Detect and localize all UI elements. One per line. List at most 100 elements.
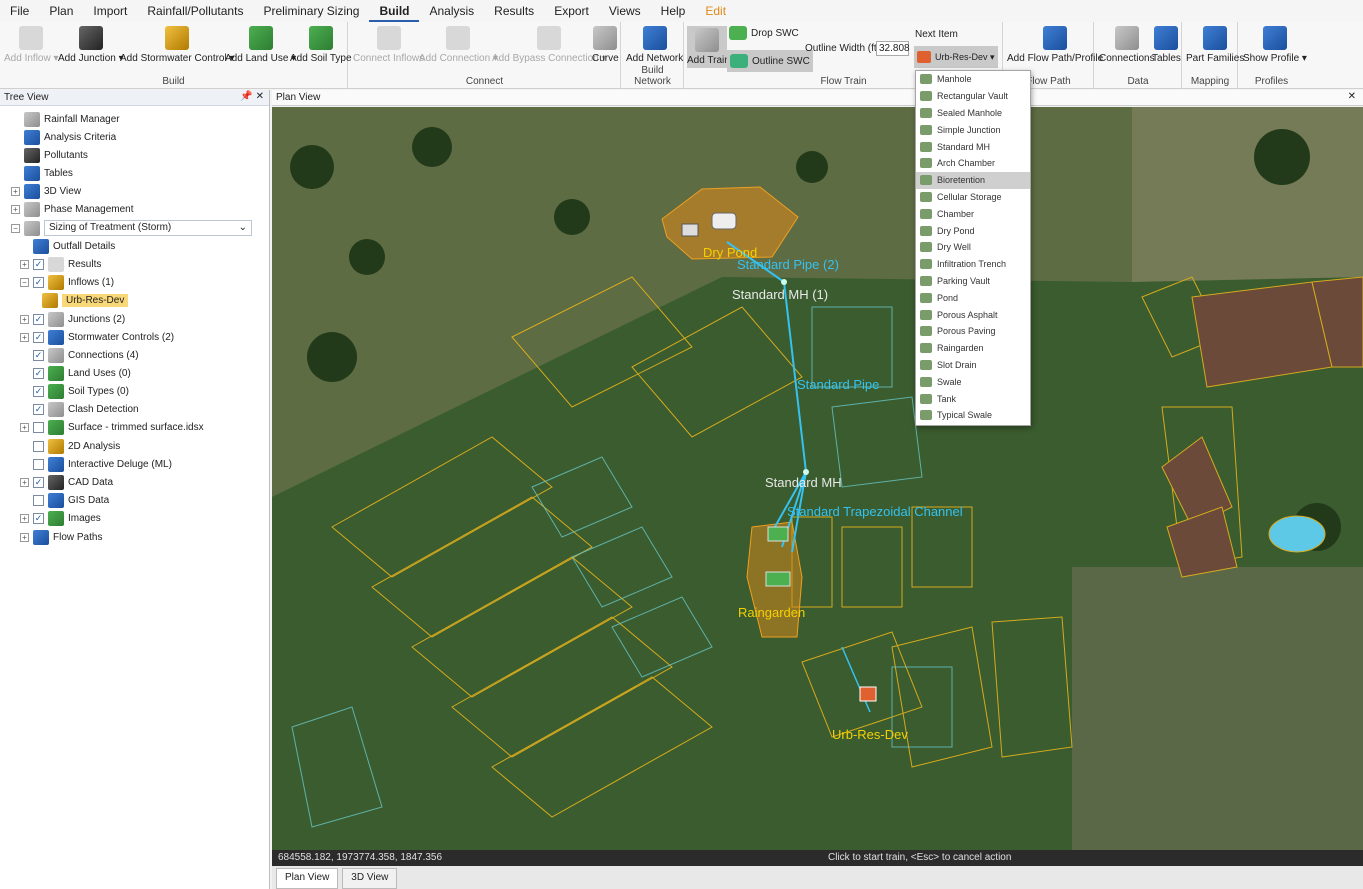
show-profile-button[interactable]: Show Profile ▾ [1243,24,1307,65]
menu-item-swale[interactable]: Swale [916,373,1030,390]
checkbox[interactable] [33,494,44,506]
collapse-icon[interactable]: − [20,277,29,287]
sizing-select[interactable]: Sizing of Treatment (Storm) ⌄ [44,220,252,236]
menu-item-chamber[interactable]: Chamber [916,205,1030,222]
tree-item-urb-res-dev[interactable]: Urb-Res-Dev [42,291,129,309]
tree-item-cad-data[interactable]: + ✓ CAD Data [20,473,113,491]
menu-item-rectangular-vault[interactable]: Rectangular Vault [916,88,1030,105]
close-icon[interactable]: ✕ [1348,91,1356,102]
menu-item-pond[interactable]: Pond [916,289,1030,306]
close-icon[interactable]: 📌 ✕ [240,91,264,102]
menu-build[interactable]: Build [369,0,420,22]
add-bypass-connection-button[interactable]: Add Bypass Connection ▾ [492,24,607,65]
checkbox[interactable]: ✓ [33,258,44,270]
tree-item-phase-management[interactable]: + Phase Management [11,200,134,218]
tree-item-2d-analysis[interactable]: 2D Analysis [33,437,120,455]
tree-item-stormwater-controls[interactable]: + ✓ Stormwater Controls (2) [20,328,174,346]
expand-icon[interactable]: + [20,314,29,324]
menu-item-dry-pond[interactable]: Dry Pond [916,222,1030,239]
add-stormwater-control-button[interactable]: Add Stormwater Control ▾ [120,24,235,65]
menu-item-simple-junction[interactable]: Simple Junction [916,121,1030,138]
menu-item-tank[interactable]: Tank [916,390,1030,407]
tree-item-clash-detection[interactable]: ✓ Clash Detection [33,400,139,418]
expand-icon[interactable]: + [20,332,29,342]
add-land-use-button[interactable]: Add Land Use ▾ [225,24,296,65]
tree-item-interactive-deluge[interactable]: Interactive Deluge (ML) [33,455,172,473]
menu-help[interactable]: Help [651,0,696,22]
menu-item-arch-chamber[interactable]: Arch Chamber [916,155,1030,172]
menu-edit[interactable]: Edit [695,0,736,22]
menu-item-manhole[interactable]: Manhole [916,71,1030,88]
menu-plan[interactable]: Plan [39,0,83,22]
tab-plan-view[interactable]: Plan View [276,868,339,889]
connect-inflows-button[interactable]: Connect Inflows [353,24,424,65]
checkbox[interactable] [33,440,44,452]
tree-item-flow-paths[interactable]: + Flow Paths [20,528,102,546]
checkbox[interactable]: ✓ [33,331,44,343]
menu-item-standard-mh[interactable]: Standard MH [916,138,1030,155]
checkbox[interactable]: ✓ [33,476,44,488]
collapse-icon[interactable]: − [11,223,20,233]
add-junction-button[interactable]: Add Junction ▾ [58,24,124,65]
add-network-button[interactable]: Add Network [626,24,683,65]
connections-button[interactable]: Connections [1099,24,1155,65]
menu-item-bioretention[interactable]: Bioretention [916,171,1030,189]
tree-item-junctions[interactable]: + ✓ Junctions (2) [20,310,125,328]
menu-analysis[interactable]: Analysis [419,0,484,22]
checkbox[interactable]: ✓ [33,385,44,397]
tab-3d-view[interactable]: 3D View [342,868,398,889]
checkbox[interactable] [33,458,44,470]
expand-icon[interactable]: + [11,204,20,214]
menu-file[interactable]: File [0,0,39,22]
checkbox[interactable]: ✓ [33,349,44,361]
next-item-dropdown[interactable]: Urb-Res-Dev ▾ [914,46,998,68]
expand-icon[interactable]: + [20,513,29,523]
curve-button[interactable]: Curve [592,24,619,65]
tree-item-pollutants[interactable]: Pollutants [24,146,88,164]
tree-item-results[interactable]: + ✓ Results [20,255,101,273]
menu-item-parking-vault[interactable]: Parking Vault [916,273,1030,290]
expand-icon[interactable]: + [20,422,29,432]
drop-swc-button[interactable]: Drop SWC [729,26,799,40]
menu-item-sealed-manhole[interactable]: Sealed Manhole [916,105,1030,122]
outline-width-field[interactable]: 32.808 [876,41,910,56]
tree-item-gis-data[interactable]: GIS Data [33,491,109,509]
menu-item-infiltration-trench[interactable]: Infiltration Trench [916,256,1030,273]
menu-export[interactable]: Export [544,0,599,22]
tree-item-analysis-criteria[interactable]: Analysis Criteria [24,128,116,146]
tree-item-land-uses[interactable]: ✓ Land Uses (0) [33,364,131,382]
add-connection-button[interactable]: Add Connection ▾ [419,24,498,65]
expand-icon[interactable]: + [20,259,29,269]
menu-rainfall[interactable]: Rainfall/Pollutants [137,0,253,22]
menu-results[interactable]: Results [484,0,544,22]
expand-icon[interactable]: + [11,186,20,196]
add-flow-path-button[interactable]: Add Flow Path/Profile [1007,24,1103,65]
checkbox[interactable]: ✓ [33,313,44,325]
menu-item-porous-asphalt[interactable]: Porous Asphalt [916,306,1030,323]
tables-button[interactable]: Tables [1152,24,1181,65]
tree-item-outfall-details[interactable]: Outfall Details [33,237,115,255]
tree-item-surface[interactable]: + Surface - trimmed surface.idsx [20,418,204,436]
add-inflow-button[interactable]: Add Inflow ▾ [4,24,59,65]
tree-item-connections[interactable]: ✓ Connections (4) [33,346,139,364]
tree-item-inflows[interactable]: − ✓ Inflows (1) [20,273,114,291]
tree-item-3d-view[interactable]: +3D View [11,182,81,200]
tree-item-rainfall-manager[interactable]: Rainfall Manager [24,110,120,128]
menu-item-raingarden[interactable]: Raingarden [916,340,1030,357]
checkbox[interactable] [33,421,44,433]
expand-icon[interactable]: + [20,477,29,487]
menu-import[interactable]: Import [83,0,137,22]
checkbox[interactable]: ✓ [33,512,44,524]
checkbox[interactable]: ✓ [33,276,44,288]
menu-preliminary-sizing[interactable]: Preliminary Sizing [253,0,369,22]
add-soil-type-button[interactable]: Add Soil Type [290,24,352,65]
plan-view-map[interactable]: Dry Pond Standard Pipe (2) Standard MH (… [272,107,1363,850]
tree-item-sizing[interactable]: − Sizing of Treatment (Storm) ⌄ [11,219,252,237]
tree-item-tables[interactable]: Tables [24,164,73,182]
tree-item-soil-types[interactable]: ✓ Soil Types (0) [33,382,129,400]
add-train-button[interactable]: Add Train [687,26,730,68]
tree-item-images[interactable]: + ✓ Images [20,509,101,527]
checkbox[interactable]: ✓ [33,367,44,379]
menu-item-porous-paving[interactable]: Porous Paving [916,323,1030,340]
menu-views[interactable]: Views [599,0,651,22]
